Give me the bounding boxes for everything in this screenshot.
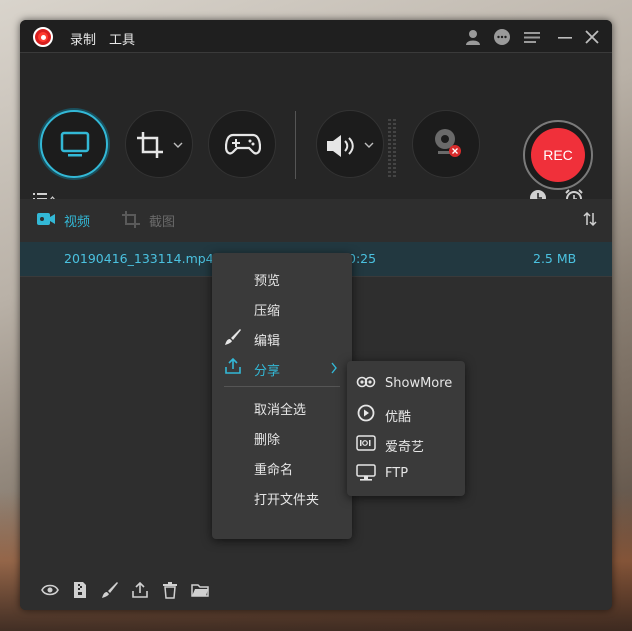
file-name: 20190416_133114.mp4 <box>64 251 214 266</box>
controls-divider <box>295 111 296 179</box>
video-camera-icon <box>37 213 55 225</box>
trash-icon[interactable] <box>161 581 179 599</box>
menu-icon[interactable] <box>522 27 542 47</box>
audio-button[interactable] <box>316 110 384 178</box>
webcam-off-icon <box>435 129 461 157</box>
close-icon[interactable] <box>582 27 602 47</box>
chat-icon[interactable] <box>492 27 512 47</box>
tab-video[interactable]: 视频 <box>64 211 90 230</box>
share-iqiyi[interactable]: 爱奇艺 <box>385 436 424 455</box>
file-size: 2.5 MB <box>533 251 577 266</box>
crop-icon <box>137 132 163 158</box>
menu-item-compress[interactable]: 压缩 <box>254 300 280 319</box>
edit-brush-icon[interactable] <box>101 581 119 599</box>
share-ftp[interactable]: FTP <box>385 466 408 481</box>
menu-item-share[interactable]: 分享 <box>254 360 280 379</box>
webcam-button[interactable] <box>412 110 480 178</box>
bottom-toolbar <box>20 572 612 610</box>
screenshot-crop-icon <box>122 211 140 228</box>
capture-controls: REC <box>20 53 612 219</box>
monitor-icon <box>60 131 90 157</box>
game-mode-button[interactable] <box>208 110 276 178</box>
rec-label: REC <box>531 128 585 182</box>
rec-button[interactable]: REC <box>523 120 593 190</box>
audio-level-meter <box>388 119 396 177</box>
share-showmore[interactable]: ShowMore <box>385 376 452 391</box>
recorder-window: 录制 工具 REC 视频 截图 20190416_133114.mp4 0:25… <box>20 20 612 610</box>
youku-icon <box>357 404 375 422</box>
chevron-right-icon <box>331 362 337 374</box>
chevron-down-icon <box>173 142 183 148</box>
file-duration: 0:25 <box>348 251 377 266</box>
menu-item-edit[interactable]: 编辑 <box>254 330 280 349</box>
user-icon[interactable] <box>463 27 483 47</box>
showmore-icon <box>356 376 376 388</box>
menu-item-preview[interactable]: 预览 <box>254 270 280 289</box>
menu-item-open-folder[interactable]: 打开文件夹 <box>254 489 319 508</box>
region-mode-button[interactable] <box>125 110 193 178</box>
menu-record[interactable]: 录制 <box>70 29 96 48</box>
menu-item-delete[interactable]: 删除 <box>254 429 280 448</box>
fullscreen-mode-button[interactable] <box>40 110 108 178</box>
menu-separator <box>224 386 340 387</box>
menu-item-rename[interactable]: 重命名 <box>254 459 293 478</box>
share-youku[interactable]: 优酷 <box>385 406 411 425</box>
title-bar: 录制 工具 <box>20 20 612 53</box>
upload-share-icon <box>225 357 241 374</box>
brush-icon <box>225 329 241 345</box>
speaker-icon <box>327 135 354 157</box>
sort-icon[interactable] <box>582 211 598 227</box>
iqiyi-icon <box>356 435 376 451</box>
share-submenu: ShowMore 优酷 爱奇艺 FTP <box>347 361 465 496</box>
folder-icon[interactable] <box>191 581 209 599</box>
menu-tools[interactable]: 工具 <box>109 29 135 48</box>
context-menu: 预览 压缩 编辑 分享 取消全选 删除 重命名 打开文件夹 <box>212 253 352 539</box>
minimize-icon[interactable] <box>555 27 575 47</box>
menu-item-deselect-all[interactable]: 取消全选 <box>254 399 306 418</box>
gamepad-icon <box>225 133 261 155</box>
tab-screenshot[interactable]: 截图 <box>149 211 175 230</box>
audio-chevron-down-icon <box>364 142 374 148</box>
ftp-icon <box>356 464 376 481</box>
eye-icon[interactable] <box>41 581 59 599</box>
share-upload-icon[interactable] <box>131 581 149 599</box>
app-logo-icon <box>33 27 53 47</box>
compress-file-icon[interactable] <box>71 581 89 599</box>
